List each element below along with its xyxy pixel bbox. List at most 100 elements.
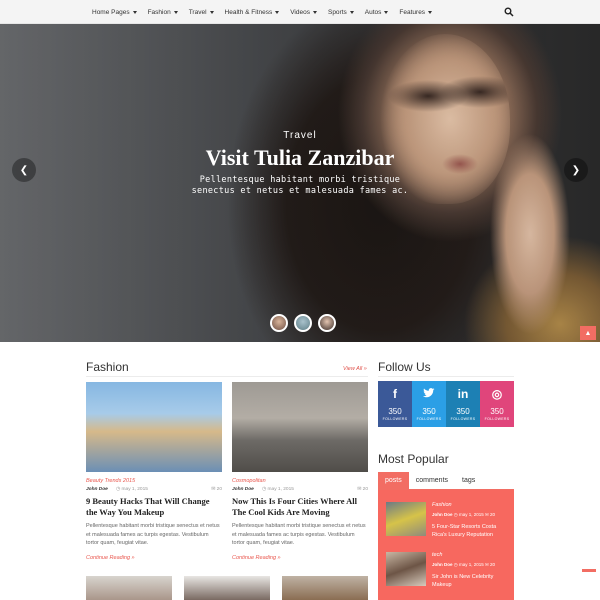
popular-post-meta: John Doe ◷ may 1, 2015 ✉ 20 [432,512,495,518]
social-follow-buttons: f 350 FOLLOWERS 350 FOLLOWERS in 350 FOL… [378,381,514,427]
facebook-icon: f [393,387,397,401]
post-category[interactable]: Beauty Trends 2015 [86,478,222,484]
comment-count: 20 [490,512,496,517]
tab-posts[interactable]: posts [378,472,409,490]
post-card: Cosmopolitan John Doe ◷ may 1, 2015 ✉ 20… [232,382,368,561]
menu-item-home-pages[interactable]: Home Pages [92,9,137,16]
chevron-right-icon: ❯ [571,164,581,176]
chevron-left-icon: ❮ [19,164,29,176]
back-to-top-button[interactable]: ▲ [580,326,596,340]
caret-down-icon [384,10,389,14]
popular-post-category[interactable]: Fashion [432,502,452,508]
continue-reading-link[interactable]: Continue Reading » [232,555,368,561]
follow-us-title: Follow Us [378,360,431,374]
slider-thumbnail-active[interactable] [318,314,336,332]
hero-title[interactable]: Visit Tulia Zanzibar [150,145,450,171]
comment-count: 20 [490,562,496,567]
post-thumbnail[interactable] [282,576,368,600]
post-excerpt: Pellentesque habitant morbi tristique se… [86,523,220,546]
popular-post-author[interactable]: John Doe [432,512,453,517]
dribbble-button[interactable]: ◎ 350 FOLLOWERS [480,381,514,427]
popular-post-title[interactable]: 5 Four-Star Resorts Costa Rica's Luxury … [432,523,512,539]
side-tab-button[interactable] [582,569,596,572]
post-thumbnail[interactable] [184,576,270,600]
popular-post-author[interactable]: John Doe [432,562,453,567]
hero-category[interactable]: Travel [150,130,450,141]
linkedin-icon: in [457,387,469,401]
comment-count: 20 [362,487,368,492]
caret-down-icon [173,10,178,14]
menu-item-label: Home Pages [92,8,130,16]
menu-item-health-fitness[interactable]: Health & Fitness [225,9,280,16]
follower-count: 350 [456,407,470,416]
post-author[interactable]: John Doe [86,487,116,492]
follower-count: 350 [490,407,504,416]
popular-posts-panel: Fashion John Doe ◷ may 1, 2015 ✉ 20 5 Fo… [378,490,514,600]
post-comments[interactable]: ✉ 20 [357,487,368,492]
dribbble-icon: ◎ [491,387,503,401]
menu-item-travel[interactable]: Travel [189,9,214,16]
hero-description-line: senectus et netus et malesuada fames ac. [191,186,409,196]
main-menu: Home Pages Fashion Travel Health & Fitne… [92,0,443,24]
slider-thumbnail[interactable] [270,314,288,332]
post-date: may 1, 2015 [267,487,294,492]
search-icon[interactable] [504,7,514,17]
most-popular-title: Most Popular [378,452,449,466]
post-image[interactable] [232,382,368,472]
hero-description: Pellentesque habitant morbi tristique se… [150,175,450,197]
twitter-button[interactable]: 350 FOLLOWERS [412,381,446,427]
popular-post-thumbnail[interactable] [386,552,426,586]
menu-item-label: Health & Fitness [224,8,273,16]
post-title[interactable]: Now This Is Four Cities Where All The Co… [232,496,368,518]
popular-post-title[interactable]: Sir John is New Celebrity Makeup [432,573,512,589]
menu-item-fashion[interactable]: Fashion [148,9,178,16]
facebook-button[interactable]: f 350 FOLLOWERS [378,381,412,427]
caret-down-icon [428,10,433,14]
fashion-section-title: Fashion [86,360,129,374]
post-image[interactable] [86,382,222,472]
caret-down-icon [312,10,317,14]
post-card: Beauty Trends 2015 John Doe ◷ may 1, 201… [86,382,222,561]
popular-post-category[interactable]: tech [432,552,442,558]
post-author[interactable]: John Doe [232,487,262,492]
comment-count: 20 [216,487,222,492]
popular-post-item[interactable]: Fashion John Doe ◷ may 1, 2015 ✉ 20 5 Fo… [386,502,510,542]
chevron-up-icon: ▲ [584,329,592,337]
view-all-link[interactable]: View All » [343,366,367,372]
post-meta: John Doe ◷ may 1, 2015 ✉ 20 [86,487,222,492]
popular-post-date: may 1, 2015 [458,562,484,567]
post-excerpt: Pellentesque habitant morbi tristique se… [232,523,366,546]
caret-down-icon [209,10,214,14]
popular-post-item[interactable]: tech John Doe ◷ may 1, 2015 ✉ 20 Sir Joh… [386,552,510,592]
slider-prev-button[interactable]: ❮ [12,158,36,182]
follower-count: 350 [422,407,436,416]
menu-item-autos[interactable]: Autos [365,9,389,16]
post-category[interactable]: Cosmopolitan [232,478,368,484]
post-thumbnail[interactable] [86,576,172,600]
popular-post-thumbnail[interactable] [386,502,426,536]
hero-slider[interactable]: Travel Visit Tulia Zanzibar Pellentesque… [0,24,600,342]
section-divider [378,376,514,377]
popular-tabs: posts comments tags [378,472,482,490]
post-comments[interactable]: ✉ 20 [211,487,222,492]
popular-post-meta: John Doe ◷ may 1, 2015 ✉ 20 [432,562,495,568]
slider-thumbnail[interactable] [294,314,312,332]
top-navigation-bar: Home Pages Fashion Travel Health & Fitne… [0,0,600,24]
menu-item-label: Features [399,8,426,16]
tab-comments[interactable]: comments [409,472,455,490]
caret-down-icon [349,10,354,14]
section-divider [86,376,368,377]
continue-reading-link[interactable]: Continue Reading » [86,555,222,561]
menu-item-sports[interactable]: Sports [328,9,354,16]
post-title[interactable]: 9 Beauty Hacks That Will Change the Way … [86,496,222,518]
tab-tags[interactable]: tags [455,472,482,490]
twitter-icon [412,387,446,401]
followers-label: FOLLOWERS [416,417,442,421]
menu-item-features[interactable]: Features [399,8,433,16]
post-meta: John Doe ◷ may 1, 2015 ✉ 20 [232,487,368,492]
hero-description-line: Pellentesque habitant morbi tristique [199,175,401,185]
menu-item-videos[interactable]: Videos [290,9,317,16]
slider-next-button[interactable]: ❯ [564,158,588,182]
followers-label: FOLLOWERS [484,417,510,421]
linkedin-button[interactable]: in 350 FOLLOWERS [446,381,480,427]
